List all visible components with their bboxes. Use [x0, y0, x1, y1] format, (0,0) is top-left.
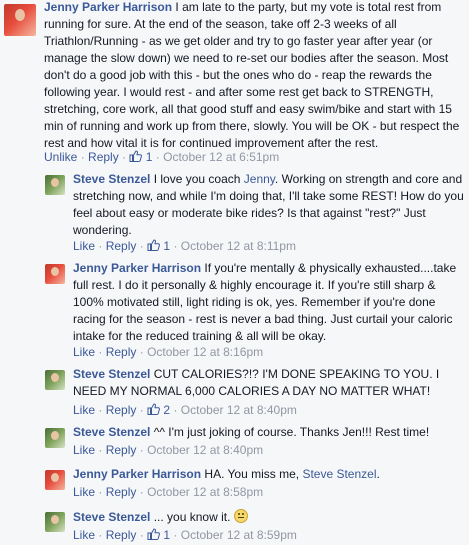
thumbs-up-icon	[129, 150, 143, 162]
avatar[interactable]	[45, 264, 65, 284]
like-link[interactable]: Like	[73, 403, 95, 417]
author-name[interactable]: Jenny Parker Harrison	[73, 467, 201, 481]
separator: ·	[173, 528, 178, 542]
comment-actions: Like · Reply · 1 · October 12 at 8:59pm	[73, 527, 297, 544]
avatar[interactable]	[4, 4, 36, 36]
comment-body: Jenny Parker Harrison If you're mentally…	[73, 260, 466, 345]
like-count[interactable]: 1	[146, 150, 153, 164]
separator: ·	[139, 239, 144, 253]
comment-text: ... you know it.	[150, 510, 234, 524]
separator: ·	[98, 443, 103, 457]
reply-link[interactable]: Reply	[106, 403, 137, 417]
like-link[interactable]: Like	[73, 443, 95, 457]
like-count[interactable]: 1	[163, 528, 170, 542]
thumbs-up-icon	[147, 528, 161, 540]
timestamp[interactable]: October 12 at 8:59pm	[181, 528, 297, 542]
comment-body: Steve Stenzel ... you know it.	[73, 509, 466, 526]
reply-link[interactable]: Reply	[88, 150, 119, 164]
comment-actions: Like · Reply · October 12 at 8:58pm	[73, 484, 263, 501]
author-name[interactable]: Jenny Parker Harrison	[73, 261, 201, 275]
separator: ·	[139, 443, 144, 457]
thumbs-up-icon	[147, 239, 161, 251]
comment-actions: Like · Reply · October 12 at 8:16pm	[73, 344, 263, 361]
separator: ·	[98, 528, 103, 542]
comment-body: Steve Stenzel ^^ I'm just joking of cour…	[73, 424, 466, 441]
comment-text: HA. You miss me,	[201, 467, 303, 481]
thumbs-up-icon	[147, 403, 161, 415]
reply-link[interactable]: Reply	[106, 485, 137, 499]
comment-body: Steve Stenzel CUT CALORIES?!? I'M DONE S…	[73, 366, 466, 400]
avatar[interactable]	[45, 428, 65, 448]
like-link[interactable]: Like	[73, 345, 95, 359]
comment-text: I am late to the party, but my vote is t…	[44, 0, 460, 150]
separator: ·	[122, 150, 127, 164]
separator: ·	[173, 403, 178, 417]
avatar[interactable]	[45, 370, 65, 390]
like-link[interactable]: Like	[73, 485, 95, 499]
timestamp[interactable]: October 12 at 8:11pm	[181, 239, 296, 253]
reply-link[interactable]: Reply	[106, 345, 137, 359]
avatar[interactable]	[45, 512, 65, 532]
comment-actions: Unlike · Reply · 1 · October 12 at 6:51p…	[44, 149, 279, 166]
author-name[interactable]: Jenny Parker Harrison	[44, 0, 172, 14]
author-name[interactable]: Steve Stenzel	[73, 367, 150, 381]
avatar[interactable]	[45, 175, 65, 195]
author-name[interactable]: Steve Stenzel	[73, 172, 150, 186]
reply-link[interactable]: Reply	[106, 443, 137, 457]
separator: ·	[173, 239, 178, 253]
comment-body: Jenny Parker Harrison HA. You miss me, S…	[73, 466, 466, 483]
comment-text: ^^ I'm just joking of course. Thanks Jen…	[150, 425, 430, 439]
mention-link[interactable]: Jenny	[244, 172, 275, 186]
separator: ·	[80, 150, 85, 164]
comment-actions: Like · Reply · 1 · October 12 at 8:11pm	[73, 238, 296, 255]
timestamp[interactable]: October 12 at 8:58pm	[147, 485, 263, 499]
reply-link[interactable]: Reply	[106, 528, 137, 542]
separator: ·	[98, 485, 103, 499]
separator: ·	[98, 345, 103, 359]
timestamp[interactable]: October 12 at 8:40pm	[181, 403, 297, 417]
timestamp[interactable]: October 12 at 8:40pm	[147, 443, 263, 457]
separator: ·	[139, 528, 144, 542]
unlike-link[interactable]: Unlike	[44, 150, 77, 164]
like-count[interactable]: 2	[163, 403, 170, 417]
separator: ·	[98, 403, 103, 417]
mention-link[interactable]: Steve Stenzel	[302, 467, 376, 481]
comment-actions: Like · Reply · 2 · October 12 at 8:40pm	[73, 402, 297, 419]
separator: ·	[139, 485, 144, 499]
timestamp[interactable]: October 12 at 6:51pm	[163, 150, 279, 164]
like-count[interactable]: 1	[163, 239, 170, 253]
separator: ·	[98, 239, 103, 253]
author-name[interactable]: Steve Stenzel	[73, 510, 150, 524]
author-name[interactable]: Steve Stenzel	[73, 425, 150, 439]
reply-link[interactable]: Reply	[106, 239, 137, 253]
like-link[interactable]: Like	[73, 528, 95, 542]
separator: ·	[139, 403, 144, 417]
separator: ·	[155, 150, 160, 164]
like-link[interactable]: Like	[73, 239, 95, 253]
smile-emoji-icon	[233, 509, 248, 523]
comment-text: .	[376, 467, 380, 481]
comment-actions: Like · Reply · October 12 at 8:40pm	[73, 442, 263, 459]
comment-body: Jenny Parker Harrison I am late to the p…	[44, 0, 466, 152]
avatar[interactable]	[45, 470, 65, 490]
separator: ·	[139, 345, 144, 359]
comment-thread: Jenny Parker Harrison I am late to the p…	[0, 0, 469, 545]
timestamp[interactable]: October 12 at 8:16pm	[147, 345, 263, 359]
comment-text: I love you coach	[150, 172, 244, 186]
comment-body: Steve Stenzel I love you coach Jenny. Wo…	[73, 171, 466, 239]
